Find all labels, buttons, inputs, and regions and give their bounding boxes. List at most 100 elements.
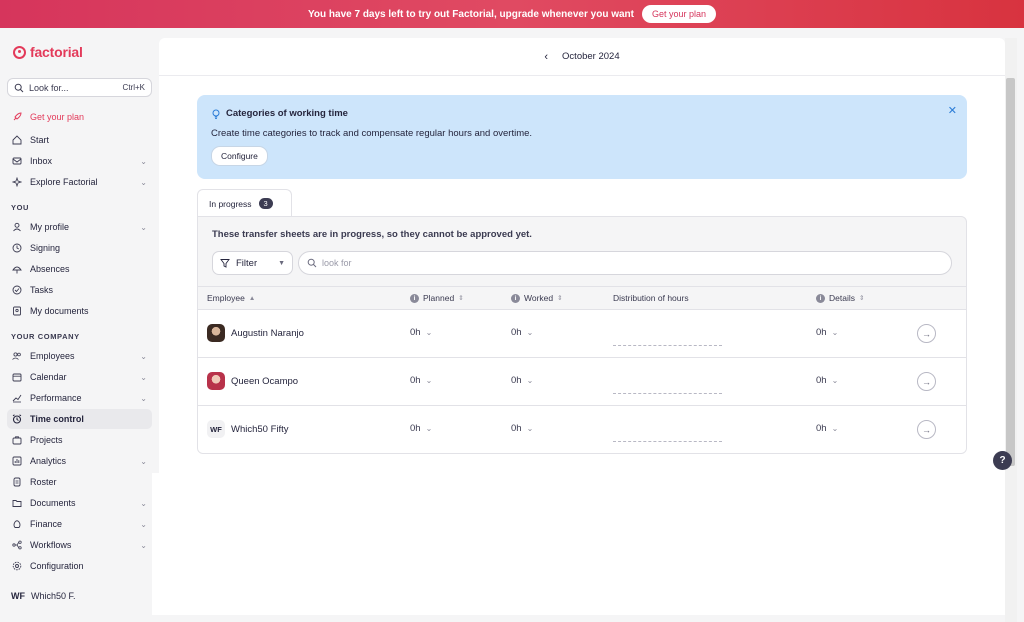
sidebar-item-my-profile[interactable]: My profile ⌄	[7, 217, 152, 237]
table-row[interactable]: WF Which50 Fifty 0h ⌄ 0h ⌄ 0h ⌄ →	[198, 405, 966, 453]
help-button[interactable]: ?	[993, 451, 1012, 470]
month-navigator: ‹ October 2024	[159, 38, 1005, 76]
sidebar-item-label: Performance	[30, 393, 82, 403]
col-details[interactable]: i Details ⇕	[816, 293, 864, 303]
chevron-down-icon: ⌄	[425, 328, 433, 337]
logo-text: factorial	[30, 44, 83, 60]
alarm-icon	[12, 414, 22, 424]
col-planned[interactable]: i Planned ⇕	[410, 293, 464, 303]
chevron-down-icon: ⌄	[140, 222, 147, 232]
sidebar-item-performance[interactable]: Performance ⌄	[7, 388, 152, 408]
filter-icon	[220, 258, 230, 268]
tab-count-badge: 3	[258, 198, 273, 209]
sidebar-item-finance[interactable]: Finance ⌄	[7, 514, 152, 534]
user-initials: WF	[11, 591, 25, 601]
configure-button[interactable]: Configure	[211, 146, 268, 166]
chevron-down-icon: ⌄	[140, 372, 147, 382]
get-plan-button[interactable]: Get your plan	[641, 5, 717, 23]
avatar: WF	[207, 420, 225, 438]
scrollbar-thumb[interactable]	[1006, 78, 1015, 466]
info-card: Categories of working time Create time c…	[197, 95, 967, 179]
sidebar-item-my-documents[interactable]: My documents	[7, 301, 152, 321]
search-shortcut: Ctrl+K	[122, 83, 145, 92]
sort-icon: ⇕	[557, 295, 563, 302]
sidebar-item-label: Finance	[30, 519, 63, 529]
details-dropdown[interactable]: 0h ⌄	[816, 375, 838, 386]
trial-banner-text: You have 7 days left to try out Factoria…	[307, 8, 634, 20]
worked-value: 0h	[511, 327, 522, 338]
filter-label: Filter	[236, 257, 258, 269]
table-row[interactable]: Augustin Naranjo 0h ⌄ 0h ⌄ 0h ⌄ →	[198, 309, 966, 357]
tab-label: In progress	[209, 198, 252, 209]
worked-dropdown[interactable]: 0h ⌄	[511, 423, 533, 434]
global-search[interactable]: Look for... Ctrl+K	[7, 78, 152, 97]
sidebar-item-tasks[interactable]: Tasks	[7, 280, 152, 300]
chevron-left-icon[interactable]: ‹	[544, 51, 548, 63]
table-search-input[interactable]	[322, 258, 922, 268]
chevron-down-icon: ⌄	[526, 328, 534, 337]
section-your-company: YOUR COMPANY	[11, 332, 80, 341]
worked-dropdown[interactable]: 0h ⌄	[511, 375, 533, 386]
sidebar-item-get-your-plan[interactable]: Get your plan	[7, 107, 152, 127]
chevron-down-icon: ⌄	[140, 351, 147, 361]
details-dropdown[interactable]: 0h ⌄	[816, 327, 838, 338]
chevron-down-icon: ⌄	[526, 376, 534, 385]
sidebar-item-label: Calendar	[30, 372, 67, 382]
close-icon[interactable]: ✕	[948, 104, 957, 117]
calendar-icon	[12, 372, 22, 382]
sidebar-item-documents[interactable]: Documents ⌄	[7, 493, 152, 513]
details-dropdown[interactable]: 0h ⌄	[816, 423, 838, 434]
sidebar-item-label: Documents	[30, 498, 76, 508]
search-label: Look for...	[29, 82, 69, 93]
search-icon	[14, 83, 24, 93]
sidebar-item-roster[interactable]: Roster	[7, 472, 152, 492]
sidebar-item-workflows[interactable]: Workflows ⌄	[7, 535, 152, 555]
sidebar-item-employees[interactable]: Employees ⌄	[7, 346, 152, 366]
workflow-icon	[12, 540, 22, 550]
chevron-down-icon: ⌄	[140, 519, 147, 529]
in-progress-notice: These transfer sheets are in progress, s…	[212, 229, 532, 240]
planned-dropdown[interactable]: 0h ⌄	[410, 375, 432, 386]
sidebar: factorial Look for... Ctrl+K Get your pl…	[0, 28, 158, 622]
gear-icon	[12, 561, 22, 571]
col-worked[interactable]: i Worked ⇕	[511, 293, 563, 303]
employee-name: Which50 Fifty	[231, 423, 289, 435]
col-employee[interactable]: Employee ▲	[207, 293, 255, 303]
info-card-title-text: Categories of working time	[226, 108, 348, 119]
current-user[interactable]: WF Which50 F.	[11, 591, 76, 601]
sidebar-item-analytics[interactable]: Analytics ⌄	[7, 451, 152, 471]
arrow-right-icon[interactable]: →	[917, 324, 936, 343]
details-value: 0h	[816, 375, 827, 386]
sidebar-item-calendar[interactable]: Calendar ⌄	[7, 367, 152, 387]
sidebar-item-configuration[interactable]: Configuration	[7, 556, 152, 576]
chart-line-icon	[12, 393, 22, 403]
arrow-right-icon[interactable]: →	[917, 372, 936, 391]
sidebar-item-explore-factorial[interactable]: Explore Factorial ⌄	[7, 172, 152, 192]
sidebar-item-signing[interactable]: Signing	[7, 238, 152, 258]
planned-value: 0h	[410, 423, 421, 434]
worked-dropdown[interactable]: 0h ⌄	[511, 327, 533, 338]
sidebar-item-time-control[interactable]: Time control	[7, 409, 152, 429]
sidebar-item-start[interactable]: Start	[7, 130, 152, 150]
planned-dropdown[interactable]: 0h ⌄	[410, 423, 432, 434]
sidebar-item-projects[interactable]: Projects	[7, 430, 152, 450]
sidebar-item-absences[interactable]: Absences	[7, 259, 152, 279]
table-row[interactable]: Queen Ocampo 0h ⌄ 0h ⌄ 0h ⌄ →	[198, 357, 966, 405]
chevron-down-icon: ⌄	[140, 498, 147, 508]
home-icon	[12, 135, 22, 145]
table-search[interactable]	[298, 251, 952, 275]
filter-button[interactable]: Filter ▼	[212, 251, 293, 275]
sidebar-item-label: Get your plan	[30, 112, 85, 122]
sidebar-item-label: Analytics	[30, 456, 67, 466]
chevron-down-icon: ⌄	[140, 540, 147, 550]
sidebar-item-label: My documents	[30, 306, 89, 316]
check-icon	[12, 285, 22, 295]
arrow-right-icon[interactable]: →	[917, 420, 936, 439]
rocket-icon	[12, 112, 22, 122]
sidebar-item-inbox[interactable]: Inbox ⌄	[7, 151, 152, 171]
factorial-logo[interactable]: factorial	[13, 44, 83, 60]
tab-in-progress[interactable]: In progress 3	[197, 189, 292, 217]
content-filler	[152, 473, 1005, 615]
planned-dropdown[interactable]: 0h ⌄	[410, 327, 432, 338]
info-icon: i	[410, 293, 419, 303]
